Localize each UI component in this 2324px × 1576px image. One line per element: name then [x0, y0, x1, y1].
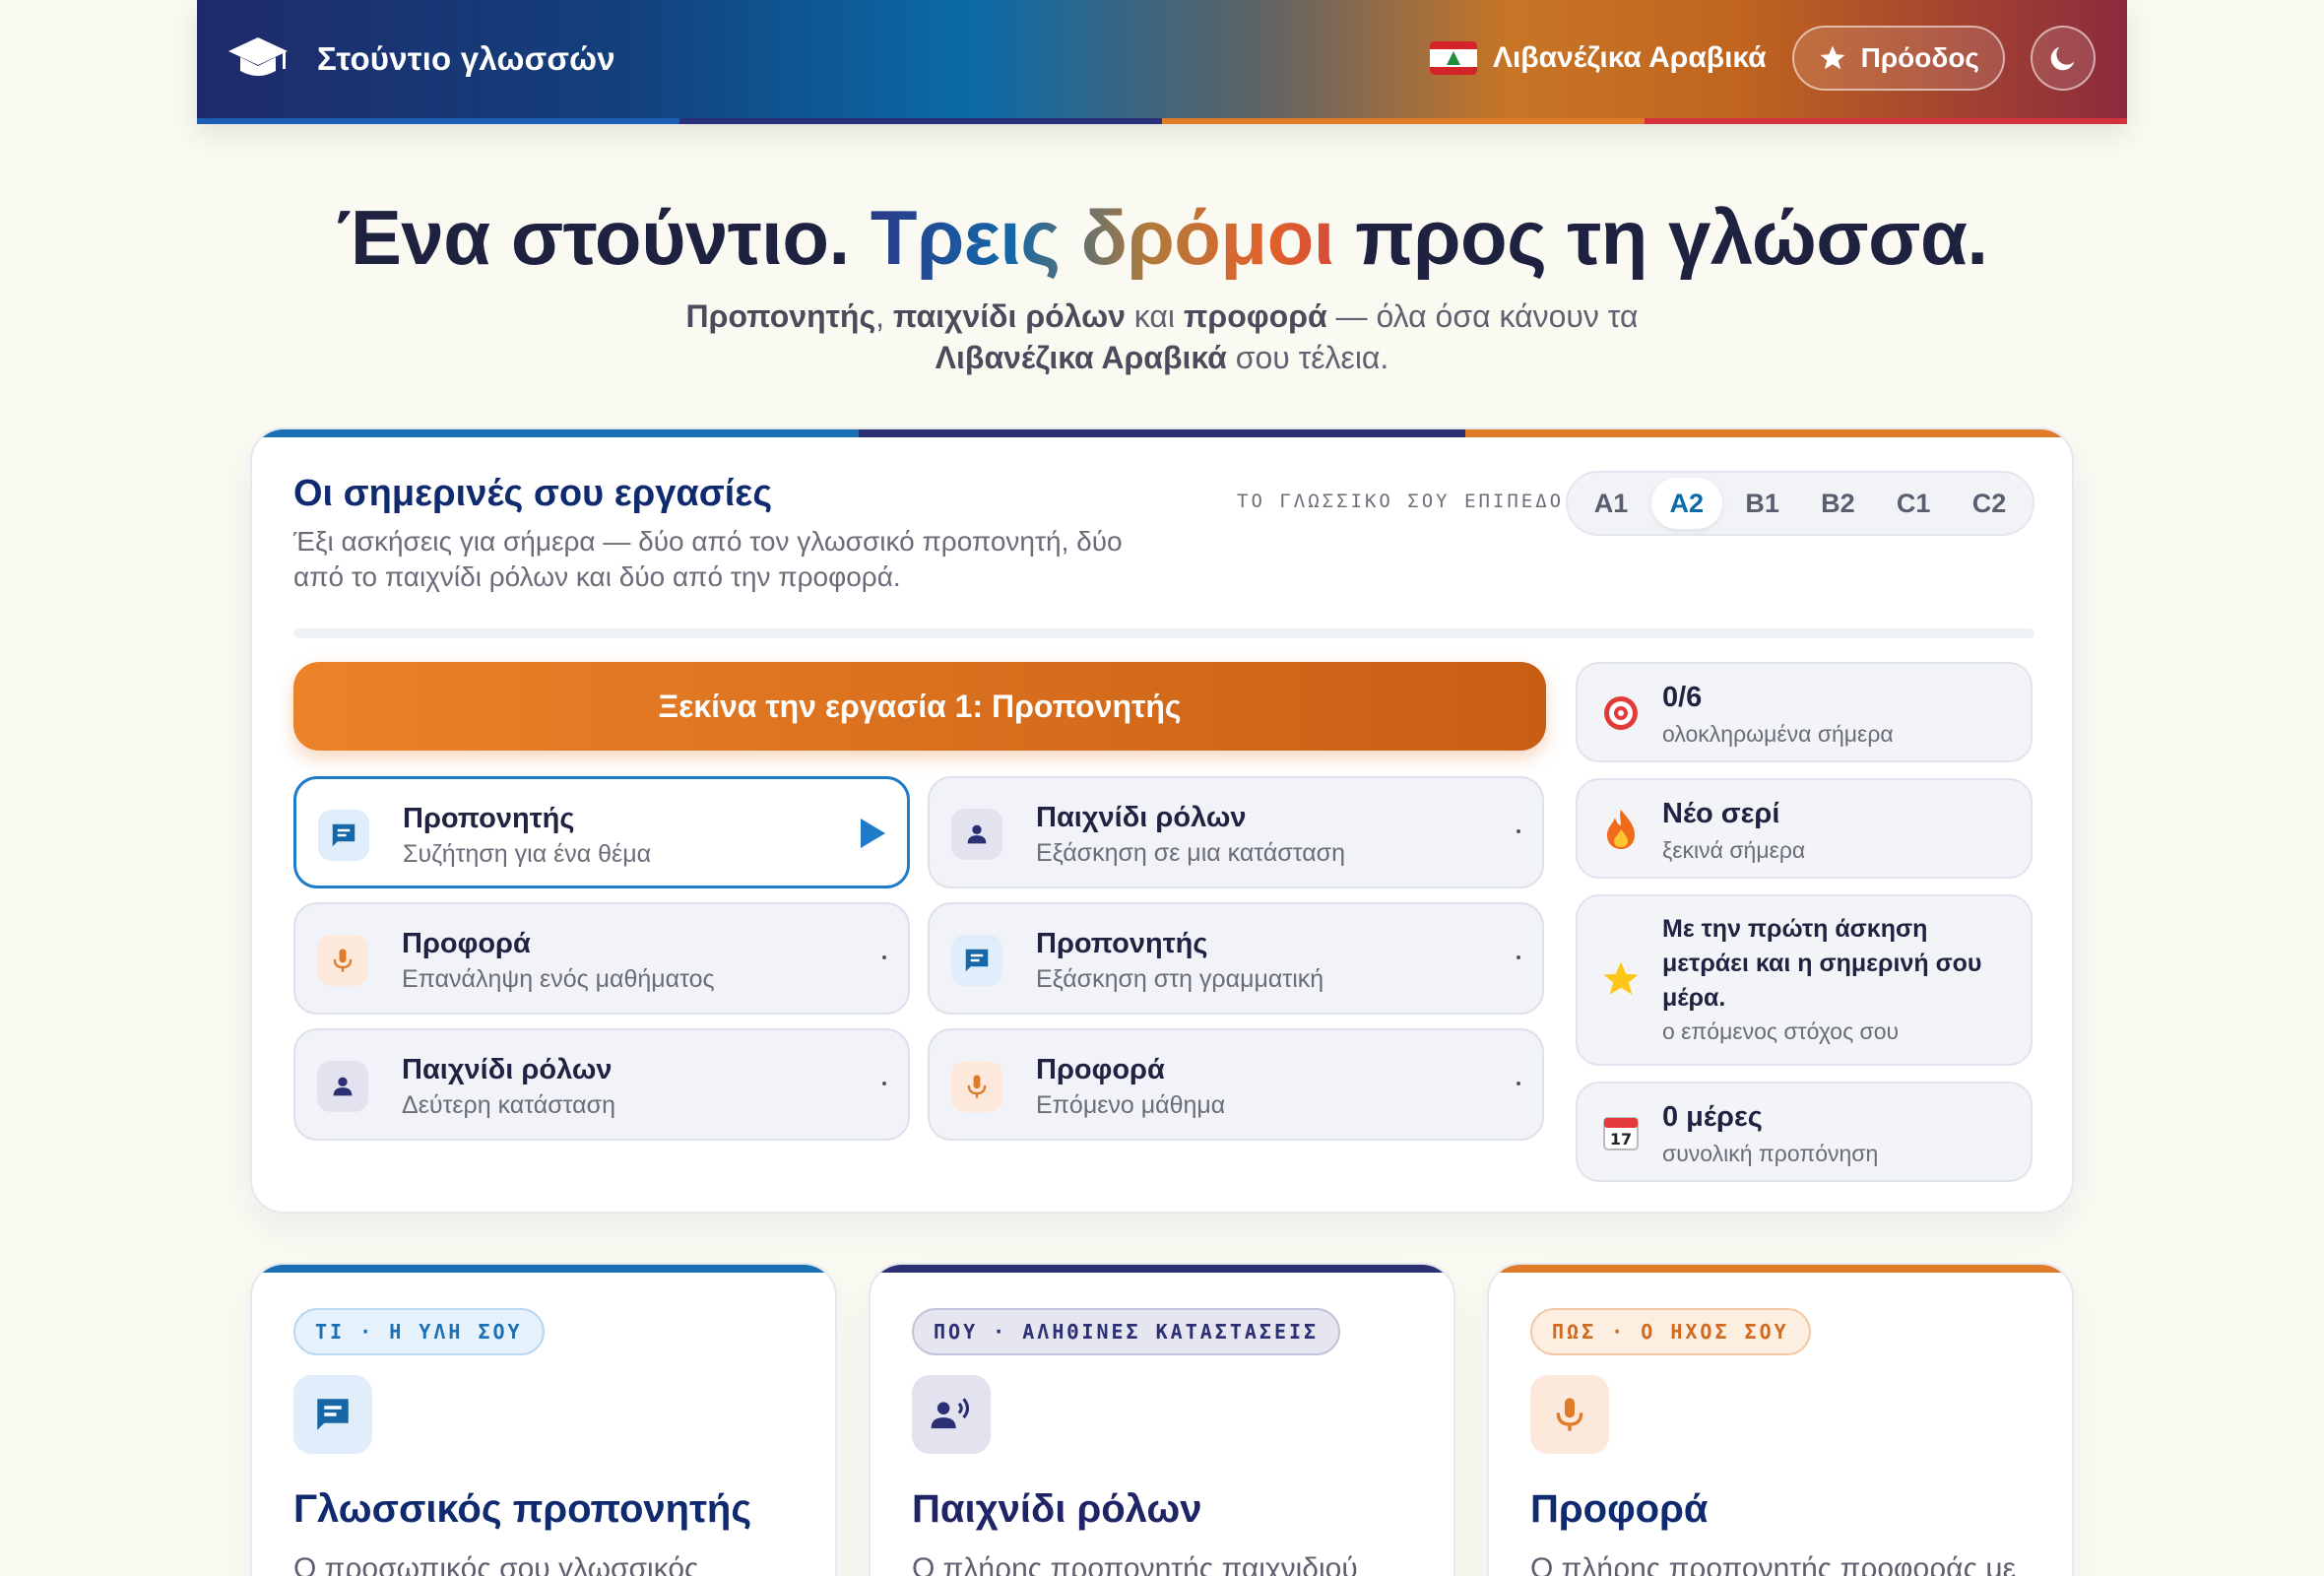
chat-icon [951, 935, 1002, 986]
pending-dot [882, 1082, 886, 1085]
task-subtitle: Δεύτερη κατάσταση [402, 1091, 615, 1119]
target-icon [1599, 691, 1643, 735]
feature-title: Παιχνίδι ρόλων [912, 1487, 1202, 1531]
play-icon [861, 819, 885, 848]
task-title: Προφορά [1036, 1054, 1165, 1085]
pending-dot [1517, 955, 1520, 959]
microphone-icon [951, 1061, 1002, 1112]
feature-card-pronunciation[interactable]: ΠΩΣ · Ο ΗΧΟΣ ΣΟΥ Προφορά Ο πλήρης προπον… [1487, 1263, 2074, 1576]
microphone-icon [1530, 1375, 1609, 1454]
star-icon [1820, 45, 1845, 70]
svg-text:17: 17 [1610, 1130, 1632, 1149]
task-title: Προπονητής [403, 803, 575, 834]
stat-value: Νέο σερί [1662, 798, 1780, 829]
stat-next-goal: Με την πρώτη άσκηση μετράει και η σημερι… [1576, 894, 2033, 1066]
header-color-stripe [197, 118, 2127, 124]
lebanon-flag-icon [1429, 41, 1477, 75]
progress-button[interactable]: Πρόοδος [1791, 26, 2005, 91]
brand-title: Στούντιο γλωσσών [317, 40, 615, 77]
person-icon [317, 1061, 368, 1112]
pending-dot [1517, 829, 1520, 833]
moon-icon [2050, 46, 2075, 71]
card-color-stripe [252, 429, 2072, 437]
feature-description: Ο πλήρης προπονητής παιχνιδιού [912, 1552, 1358, 1576]
stat-value: 0/6 [1662, 682, 1703, 713]
voice-person-icon [912, 1375, 991, 1454]
feature-title: Γλωσσικός προπονητής [293, 1487, 752, 1531]
stat-completed-today: 0/6 ολοκληρωμένα σήμερα [1576, 662, 2033, 762]
calendar-icon: 17 [1599, 1111, 1643, 1154]
microphone-icon [317, 935, 368, 986]
feature-title: Προφορά [1530, 1487, 1709, 1531]
level-a2-option[interactable]: A2 [1650, 478, 1722, 529]
task-item-4[interactable]: Προπονητής Εξάσκηση στη γραμματική [928, 902, 1544, 1015]
progress-label: Πρόοδος [1860, 42, 1979, 73]
stat-streak: Νέο σερί ξεκινά σήμερα [1576, 778, 2033, 879]
dark-mode-toggle[interactable] [2031, 26, 2096, 91]
level-a1-option[interactable]: A1 [1576, 478, 1646, 529]
level-selector: A1 A2 B1 B2 C1 C2 [1566, 471, 2034, 536]
level-c2-option[interactable]: C2 [1954, 478, 2025, 529]
task-subtitle: Επόμενο μάθημα [1036, 1091, 1226, 1119]
tasks-description: Έξι ασκήσεις για σήμερα — δύο από τον γλ… [293, 526, 1123, 592]
brand[interactable]: Στούντιο γλωσσών [226, 33, 615, 85]
level-b1-option[interactable]: B1 [1727, 478, 1798, 529]
level-c1-option[interactable]: C1 [1878, 478, 1949, 529]
stat-value: 0 μέρες [1662, 1101, 1763, 1133]
daily-progress-bar [293, 628, 2034, 638]
stat-label: ο επόμενος στόχος σου [1662, 1018, 1900, 1044]
stat-label: συνολική προπόνηση [1662, 1141, 1879, 1166]
feature-card-roleplay[interactable]: ΠΟΥ · ΑΛΗΘΙΝΕΣ ΚΑΤΑΣΤΑΣΕΙΣ Παιχνίδι ρόλω… [869, 1263, 1455, 1576]
feature-tag: ΠΩΣ · Ο ΗΧΟΣ ΣΟΥ [1530, 1308, 1811, 1355]
task-title: Παιχνίδι ρόλων [402, 1054, 613, 1085]
task-subtitle: Συζήτηση για ένα θέμα [403, 840, 652, 868]
tasks-title: Οι σημερινές σου εργασίες [293, 473, 773, 514]
graduation-cap-icon [228, 37, 288, 76]
top-navigation-bar: Στούντιο γλωσσών Λιβανέζικα Αραβικά Πρόο… [197, 0, 2127, 124]
fire-icon [1599, 808, 1643, 851]
task-item-6[interactable]: Προφορά Επόμενο μάθημα [928, 1028, 1544, 1141]
level-b2-option[interactable]: B2 [1802, 478, 1873, 529]
star-icon [1599, 957, 1643, 1001]
feature-tag: ΤΙ · Η ΥΛΗ ΣΟΥ [293, 1308, 545, 1355]
task-item-2[interactable]: Παιχνίδι ρόλων Εξάσκηση σε μια κατάσταση [928, 776, 1544, 888]
task-title: Παιχνίδι ρόλων [1036, 802, 1247, 833]
task-subtitle: Εξάσκηση σε μια κατάσταση [1036, 839, 1346, 867]
chat-icon [318, 810, 369, 861]
task-item-3[interactable]: Προφορά Επανάληψη ενός μαθήματος [293, 902, 910, 1015]
stat-label: ολοκληρωμένα σήμερα [1662, 721, 1894, 747]
hero-title: Ένα στούντιο. Τρεις δρόμοι προς τη γλώσσ… [336, 194, 1988, 281]
task-subtitle: Επανάληψη ενός μαθήματος [402, 965, 715, 993]
feature-description: Ο προσωπικός σου γλωσσικός [293, 1552, 699, 1576]
pending-dot [1517, 1082, 1520, 1085]
hero-subtitle: Προπονητής, παιχνίδι ρόλων και προφορά —… [685, 298, 1639, 375]
task-item-1[interactable]: Προπονητής Συζήτηση για ένα θέμα [293, 776, 910, 888]
stat-value: Με την πρώτη άσκηση μετράει και η σημερι… [1662, 915, 1982, 1012]
task-title: Προπονητής [1036, 928, 1208, 959]
level-label: ΤΟ ΓΛΩΣΣΙΚΟ ΣΟΥ ΕΠΙΠΕΔΟ [1237, 491, 1565, 512]
task-item-5[interactable]: Παιχνίδι ρόλων Δεύτερη κατάσταση [293, 1028, 910, 1141]
stat-total-days: 17 0 μέρες συνολική προπόνηση [1576, 1082, 2033, 1182]
task-title: Προφορά [402, 928, 531, 959]
feature-card-coach[interactable]: ΤΙ · Η ΥΛΗ ΣΟΥ Γλωσσικός προπονητής Ο πρ… [250, 1263, 837, 1576]
task-subtitle: Εξάσκηση στη γραμματική [1036, 965, 1324, 993]
feature-tag: ΠΟΥ · ΑΛΗΘΙΝΕΣ ΚΑΤΑΣΤΑΣΕΙΣ [912, 1308, 1341, 1355]
start-task-button[interactable]: Ξεκίνα την εργασία 1: Προπονητής [293, 662, 1546, 751]
chat-icon [293, 1375, 372, 1454]
stat-label: ξεκινά σήμερα [1662, 837, 1806, 863]
pending-dot [882, 955, 886, 959]
feature-description: Ο πλήρης προπονητής προφοράς με [1530, 1552, 2017, 1576]
today-tasks-card: Οι σημερινές σου εργασίες Έξι ασκήσεις γ… [250, 427, 2074, 1214]
language-label: Λιβανέζικα Αραβικά [1492, 41, 1767, 74]
language-selector[interactable]: Λιβανέζικα Αραβικά [1429, 41, 1767, 75]
person-icon [951, 809, 1002, 860]
